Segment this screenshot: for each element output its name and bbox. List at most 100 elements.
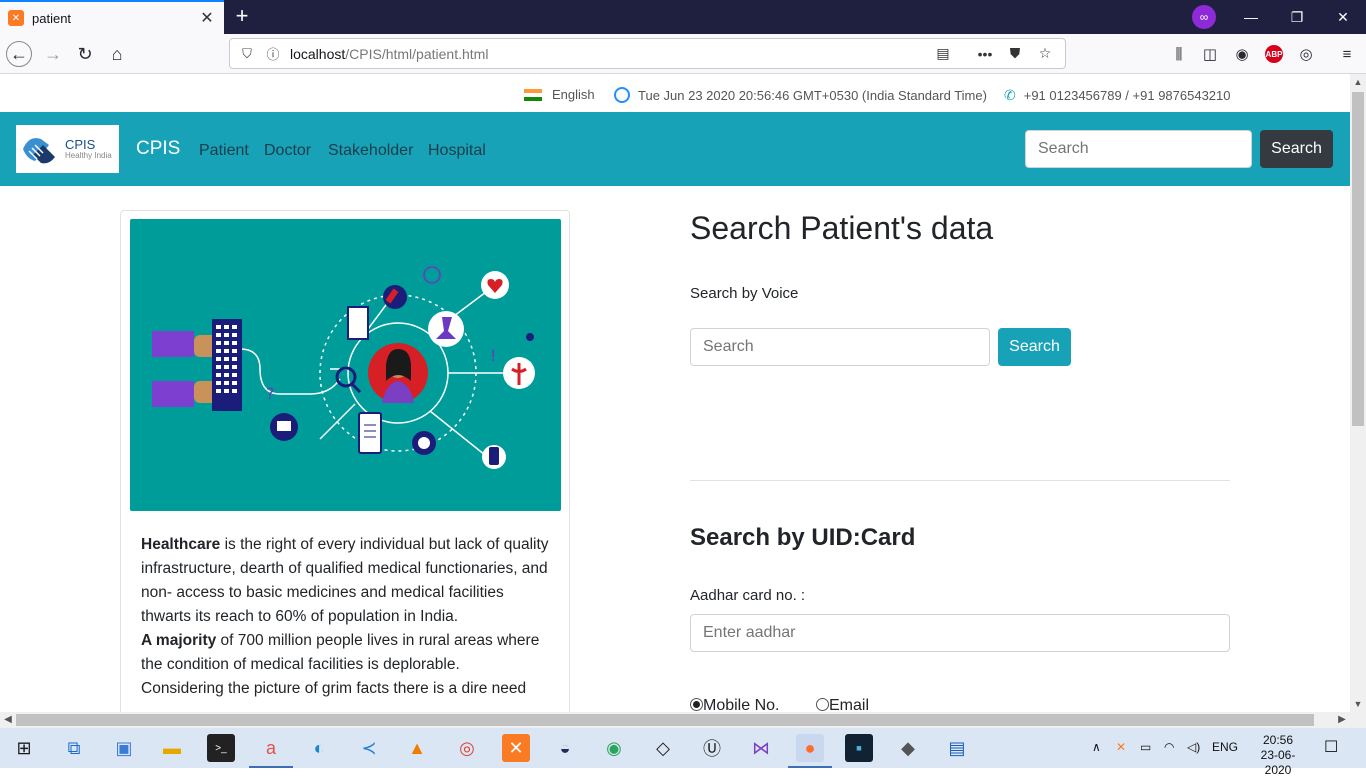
- voice-search-button[interactable]: Search: [998, 328, 1071, 366]
- horizontal-scrollbar[interactable]: ◀ ▶: [0, 712, 1350, 728]
- account-icon[interactable]: ◉: [1231, 43, 1253, 65]
- address-bar[interactable]: ⛉ ⓘ localhost/CPIS/html/patient.html ▤ •…: [229, 38, 1066, 69]
- private-browsing-icon: ∞: [1192, 5, 1216, 29]
- visual-studio-icon[interactable]: ⋈: [747, 734, 775, 762]
- info-card: ? ! Healthcare is the right of every ind…: [120, 210, 570, 712]
- scroll-up-icon[interactable]: ▲: [1350, 74, 1366, 90]
- menu-icon[interactable]: ≡: [1336, 43, 1358, 65]
- close-window-button[interactable]: ✕: [1320, 0, 1366, 34]
- navbar-search-input[interactable]: [1025, 130, 1252, 168]
- info-icon[interactable]: ⓘ: [264, 45, 282, 63]
- nav-link-doctor[interactable]: Doctor: [264, 142, 311, 160]
- nav-link-stakeholder[interactable]: Stakeholder: [328, 142, 413, 160]
- voice-search-label: Search by Voice: [690, 285, 799, 302]
- restore-button[interactable]: ❐: [1274, 0, 1320, 34]
- cpis-logo[interactable]: CPIS Healthy India: [16, 125, 119, 173]
- file-explorer-icon[interactable]: ▬: [158, 734, 186, 762]
- svg-text:!: !: [490, 346, 496, 365]
- notepad-icon[interactable]: ▤: [943, 734, 971, 762]
- browser-tab-strip: ✕ patient ✕ + ∞ — ❐ ✕: [0, 0, 1366, 34]
- radio-mobile-button[interactable]: [690, 698, 703, 711]
- chrome-icon[interactable]: ◎: [453, 734, 481, 762]
- top-info-bar: English Tue Jun 23 2020 20:56:46 GMT+053…: [0, 74, 1350, 112]
- aadhar-label: Aadhar card no. :: [690, 587, 806, 604]
- pocket-icon[interactable]: ⛊: [1003, 45, 1027, 62]
- new-tab-button[interactable]: +: [230, 4, 254, 30]
- page-title: Search Patient's data: [690, 210, 994, 246]
- eclipse-icon[interactable]: ◒: [551, 734, 579, 762]
- sidebar-icon[interactable]: ◫: [1199, 43, 1221, 65]
- radio-email[interactable]: Email: [816, 697, 869, 712]
- system-clock[interactable]: 20:56 23-06-2020: [1248, 733, 1308, 778]
- back-button[interactable]: ←: [6, 41, 32, 67]
- app-a-icon[interactable]: a: [249, 734, 293, 768]
- xampp-favicon-icon: ✕: [8, 10, 24, 26]
- svg-text:?: ?: [266, 384, 275, 403]
- healthcare-illustration: ? !: [130, 219, 561, 511]
- control-panel-icon[interactable]: ▣: [110, 734, 138, 762]
- unity-icon[interactable]: ◇: [649, 734, 677, 762]
- contact-phone: ✆ +91 0123456789 / +91 9876543210: [1004, 87, 1231, 103]
- vertical-scrollbar[interactable]: ▲ ▼: [1350, 74, 1366, 712]
- firefox-icon[interactable]: ●: [788, 734, 832, 768]
- reader-view-icon[interactable]: ▤: [931, 45, 955, 62]
- aadhar-input[interactable]: [690, 614, 1230, 652]
- extension-icon[interactable]: ◎: [1295, 43, 1317, 65]
- xampp-icon[interactable]: ✕: [502, 734, 530, 762]
- home-button[interactable]: ⌂: [104, 41, 130, 67]
- task-view-icon[interactable]: ⧉: [60, 734, 88, 762]
- library-icon[interactable]: ⫼: [1168, 43, 1190, 65]
- url-text[interactable]: localhost/CPIS/html/patient.html: [290, 46, 925, 62]
- minimize-button[interactable]: —: [1228, 0, 1274, 34]
- forward-button[interactable]: →: [40, 41, 66, 67]
- uid-heading: Search by UID:Card: [690, 524, 916, 551]
- tray-expand-icon[interactable]: ∧: [1092, 740, 1101, 754]
- terminal-icon[interactable]: >_: [207, 734, 235, 762]
- adblock-icon[interactable]: ABP: [1265, 45, 1283, 63]
- scroll-down-icon[interactable]: ▼: [1350, 696, 1366, 712]
- voice-search-input[interactable]: [690, 328, 990, 366]
- vscode-icon[interactable]: ≺: [355, 734, 383, 762]
- language-selector[interactable]: English: [524, 87, 595, 102]
- close-tab-icon[interactable]: ✕: [198, 8, 216, 28]
- bookmark-star-icon[interactable]: ☆: [1033, 45, 1057, 62]
- radio-mobile[interactable]: Mobile No.: [690, 697, 779, 712]
- horizontal-scroll-thumb[interactable]: [16, 714, 1314, 726]
- wifi-icon[interactable]: ◠: [1164, 740, 1174, 754]
- vertical-scroll-thumb[interactable]: [1352, 92, 1364, 426]
- india-flag-icon: [524, 88, 542, 101]
- browser-tab[interactable]: ✕ patient ✕: [0, 0, 224, 34]
- battery-icon[interactable]: ▭: [1140, 740, 1151, 754]
- photoshop-icon[interactable]: ▪: [845, 734, 873, 762]
- scroll-left-icon[interactable]: ◀: [0, 712, 16, 728]
- vlc-icon[interactable]: ▲: [403, 734, 431, 762]
- notification-icon[interactable]: ☐: [1324, 737, 1338, 757]
- input-language[interactable]: ENG: [1212, 740, 1238, 754]
- edge-icon[interactable]: ◐: [305, 734, 333, 762]
- scroll-right-icon[interactable]: ▶: [1334, 712, 1350, 728]
- more-actions-icon[interactable]: •••: [973, 46, 997, 62]
- divider: [690, 480, 1230, 481]
- nav-link-hospital[interactable]: Hospital: [428, 142, 486, 160]
- phone-icon: ✆: [1004, 87, 1016, 103]
- volume-icon[interactable]: ◁): [1187, 740, 1200, 754]
- shield-icon[interactable]: ⛉: [238, 45, 256, 63]
- windows-start-icon[interactable]: ⊞: [10, 734, 38, 762]
- brand-name[interactable]: CPIS: [136, 138, 180, 160]
- card-description: Healthcare is the right of every individ…: [141, 536, 549, 697]
- browser-toolbar: ← → ↻ ⌂ ⛉ ⓘ localhost/CPIS/html/patient.…: [0, 34, 1366, 74]
- nav-link-patient[interactable]: Patient: [199, 142, 249, 160]
- tray-xampp-icon[interactable]: ✕: [1116, 740, 1126, 754]
- windows-taskbar: ⊞ ⧉ ▣ ▬ >_ a ◐ ≺ ▲ ◎ ✕ ◒ ◉ ◇ Ⓤ ⋈ ● ▪ ◆ ▤…: [0, 728, 1366, 777]
- navbar-search-button[interactable]: Search: [1260, 130, 1333, 168]
- page-viewport: English Tue Jun 23 2020 20:56:46 GMT+053…: [0, 74, 1350, 712]
- unreal-icon[interactable]: Ⓤ: [698, 734, 726, 762]
- maps-icon[interactable]: ◉: [600, 734, 628, 762]
- gimp-icon[interactable]: ◆: [894, 734, 922, 762]
- radio-email-button[interactable]: [816, 698, 829, 711]
- handshake-logo-icon: [23, 138, 55, 164]
- tab-title: patient: [32, 10, 72, 26]
- site-navbar: CPIS Healthy India CPIS Patient Doctor S…: [0, 112, 1350, 186]
- reload-button[interactable]: ↻: [72, 41, 98, 67]
- scroll-corner: [1350, 712, 1366, 728]
